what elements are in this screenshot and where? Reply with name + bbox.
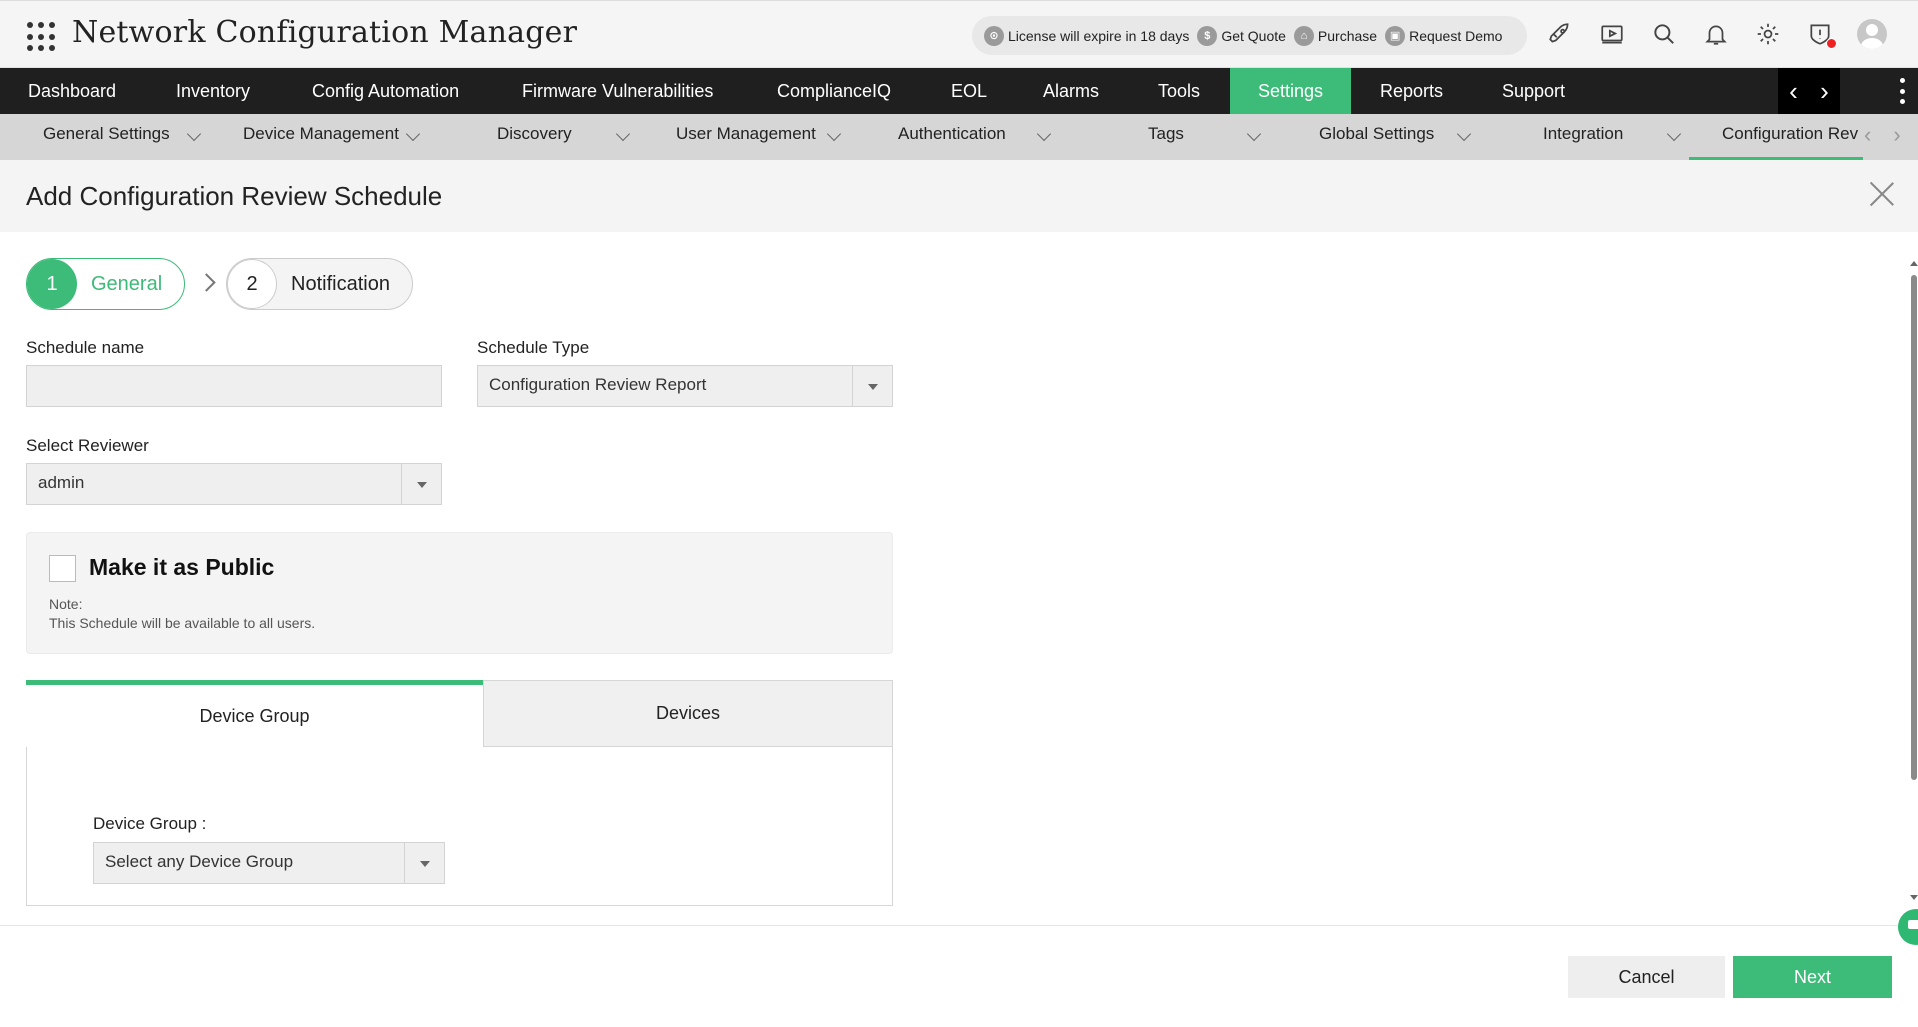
get-quote-text: Get Quote: [1221, 27, 1286, 44]
nav-support[interactable]: Support: [1474, 68, 1593, 114]
main-nav: Dashboard Inventory Config Automation Fi…: [0, 68, 1918, 114]
nav-scroll-arrows: ‹ ›: [1778, 68, 1840, 114]
next-button[interactable]: Next: [1733, 956, 1892, 998]
subnav-configuration-review[interactable]: Configuration Rev: [1689, 114, 1863, 160]
schedule-type-label: Schedule Type: [477, 338, 590, 357]
schedule-type-select[interactable]: Configuration Review Report: [477, 365, 893, 407]
chevron-down-icon[interactable]: [1246, 126, 1262, 142]
scrollbar-thumb[interactable]: [1911, 275, 1917, 780]
nav-eol[interactable]: EOL: [923, 68, 1015, 114]
subnav-general-settings[interactable]: General Settings: [43, 114, 170, 160]
public-checkbox[interactable]: [49, 555, 76, 582]
license-expiry-link[interactable]: ⊙ License will expire in 18 days: [984, 25, 1190, 46]
step-general[interactable]: 1 General: [26, 258, 186, 310]
cancel-button[interactable]: Cancel: [1568, 956, 1725, 998]
cart-icon: ⌂: [1293, 25, 1314, 46]
device-group-select[interactable]: Select any Device Group: [93, 842, 445, 884]
chevron-right-icon: [197, 273, 216, 292]
nav-alarms[interactable]: Alarms: [1015, 68, 1127, 114]
nav-inventory[interactable]: Inventory: [148, 68, 278, 114]
schedule-name-input[interactable]: [26, 365, 442, 407]
chevron-down-icon[interactable]: [615, 126, 631, 142]
tab-device-group[interactable]: Device Group: [26, 680, 483, 747]
request-demo-link[interactable]: ▣ Request Demo: [1385, 25, 1503, 46]
nav-reports[interactable]: Reports: [1352, 68, 1471, 114]
chevron-left-icon[interactable]: ‹: [1789, 76, 1798, 107]
demo-icon: ▣: [1385, 25, 1406, 46]
dropdown-caret-icon: [401, 464, 441, 504]
more-menu-icon[interactable]: [1890, 78, 1914, 104]
subnav-integration[interactable]: Integration: [1543, 114, 1623, 160]
gear-icon[interactable]: [1753, 19, 1783, 49]
chevron-down-icon[interactable]: [1666, 126, 1682, 142]
license-expiry-text: License will expire in 18 days: [1008, 27, 1190, 44]
chevron-right-icon[interactable]: ›: [1820, 76, 1829, 107]
subnav-scroll-arrows: ‹ ›: [1864, 122, 1901, 148]
scroll-down-icon[interactable]: [1910, 895, 1918, 900]
nav-tools[interactable]: Tools: [1130, 68, 1228, 114]
public-option-panel: Make it as Public Note: This Schedule wi…: [26, 532, 893, 654]
sub-nav: General Settings Device Management Disco…: [0, 114, 1918, 160]
avatar[interactable]: [1857, 19, 1887, 49]
subnav-authentication[interactable]: Authentication: [898, 114, 1006, 160]
step-label: Notification: [291, 272, 390, 295]
license-icon: ⊙: [984, 25, 1004, 46]
step-label: General: [91, 272, 163, 295]
reviewer-label: Select Reviewer: [26, 436, 149, 455]
subnav-device-management[interactable]: Device Management: [243, 114, 399, 160]
bell-icon[interactable]: [1701, 19, 1731, 49]
nav-settings[interactable]: Settings: [1230, 68, 1352, 114]
step-number: 2: [227, 259, 277, 309]
tab-devices[interactable]: Devices: [483, 680, 893, 747]
license-promo-bar: ⊙ License will expire in 18 days $ Get Q…: [972, 16, 1527, 55]
header-actions: [1545, 19, 1887, 49]
chevron-down-icon[interactable]: [186, 126, 202, 142]
reviewer-select[interactable]: admin: [26, 463, 442, 505]
app-launcher-icon[interactable]: [27, 22, 57, 52]
nav-complianceiq[interactable]: ComplianceIQ: [749, 68, 919, 114]
step-number: 1: [27, 259, 77, 309]
dollar-icon: $: [1197, 25, 1218, 46]
reviewer-value: admin: [38, 473, 85, 492]
chevron-down-icon[interactable]: [826, 126, 842, 142]
nav-dashboard[interactable]: Dashboard: [0, 68, 144, 114]
dialog-title: Add Configuration Review Schedule: [26, 181, 443, 211]
app-title: Network Configuration Manager: [72, 15, 578, 50]
chevron-right-icon[interactable]: ›: [1893, 122, 1900, 148]
nav-firmware-vulnerabilities[interactable]: Firmware Vulnerabilities: [494, 68, 741, 114]
dropdown-caret-icon: [404, 843, 444, 883]
request-demo-text: Request Demo: [1409, 27, 1503, 44]
scroll-up-icon[interactable]: [1910, 261, 1918, 266]
alert-shield-icon[interactable]: [1805, 19, 1837, 49]
purchase-text: Purchase: [1317, 27, 1378, 44]
chevron-down-icon[interactable]: [1456, 126, 1472, 142]
chevron-down-icon[interactable]: [405, 126, 421, 142]
video-icon[interactable]: [1597, 19, 1627, 49]
chevron-left-icon[interactable]: ‹: [1864, 122, 1871, 148]
purchase-link[interactable]: ⌂ Purchase: [1293, 25, 1378, 46]
chevron-down-icon[interactable]: [1036, 126, 1052, 142]
subnav-user-management[interactable]: User Management: [676, 114, 816, 160]
subnav-tags[interactable]: Tags: [1148, 114, 1184, 160]
step-notification[interactable]: 2 Notification: [226, 258, 413, 310]
top-header: Network Configuration Manager ⊙ License …: [0, 0, 1918, 68]
schedule-type-value: Configuration Review Report: [489, 375, 707, 394]
alert-indicator: [1826, 38, 1837, 49]
get-quote-link[interactable]: $ Get Quote: [1197, 25, 1286, 46]
device-group-value: Select any Device Group: [105, 852, 294, 871]
subnav-discovery[interactable]: Discovery: [497, 114, 572, 160]
dropdown-caret-icon: [852, 366, 892, 406]
device-group-label: Device Group :: [93, 814, 207, 833]
schedule-name-label: Schedule name: [26, 338, 145, 357]
subnav-global-settings[interactable]: Global Settings: [1319, 114, 1434, 160]
search-icon[interactable]: [1649, 19, 1679, 49]
note-title: Note:: [49, 596, 83, 612]
note-text: This Schedule will be available to all u…: [49, 615, 316, 631]
nav-config-automation[interactable]: Config Automation: [284, 68, 487, 114]
dialog-header: Add Configuration Review Schedule: [0, 160, 1918, 232]
rocket-icon[interactable]: [1545, 19, 1575, 49]
public-label: Make it as Public: [89, 554, 275, 580]
close-icon[interactable]: [1868, 180, 1896, 208]
